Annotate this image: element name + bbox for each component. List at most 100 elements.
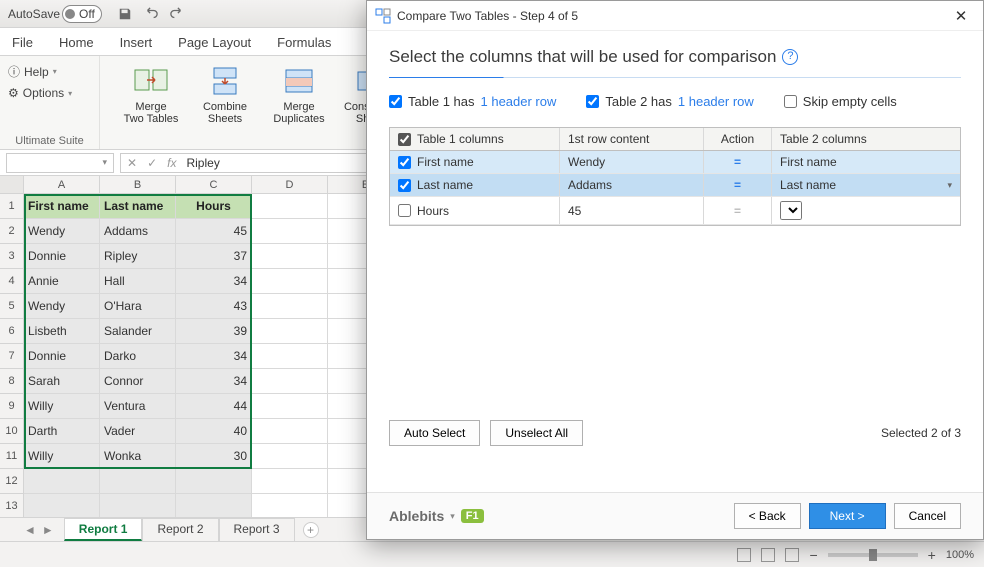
row-head-8[interactable]: 8 (0, 369, 24, 394)
prev-sheet-icon[interactable]: ◄ (24, 523, 36, 537)
help-dropdown[interactable]: ⓘ Help ▾ (8, 63, 91, 80)
cell[interactable]: Ventura (100, 394, 176, 419)
table1-header-checkbox[interactable] (389, 95, 402, 108)
table2-header-check[interactable]: Table 2 has 1 header row (586, 94, 753, 109)
cell[interactable]: Donnie (24, 244, 100, 269)
ribbon-btn-combine-sheets[interactable]: CombineSheets (194, 64, 256, 125)
cell[interactable] (176, 494, 252, 519)
cell[interactable] (252, 344, 328, 369)
name-box[interactable]: ▾ (6, 153, 114, 173)
tab-insert[interactable]: Insert (118, 30, 155, 55)
cell[interactable] (252, 269, 328, 294)
cell[interactable]: Last name (100, 194, 176, 219)
table1-header-check[interactable]: Table 1 has 1 header row (389, 94, 556, 109)
cancel-button[interactable]: Cancel (894, 503, 961, 529)
cell[interactable] (252, 244, 328, 269)
next-button[interactable]: Next > (809, 503, 886, 529)
zoom-out-button[interactable]: − (809, 547, 817, 563)
row-head-10[interactable]: 10 (0, 419, 24, 444)
cell[interactable] (252, 319, 328, 344)
cell[interactable]: Salander (100, 319, 176, 344)
tab-formulas[interactable]: Formulas (275, 30, 333, 55)
row-head-11[interactable]: 11 (0, 444, 24, 469)
back-button[interactable]: < Back (734, 503, 801, 529)
row-head-7[interactable]: 7 (0, 344, 24, 369)
brand[interactable]: Ablebits ▾ F1 (389, 508, 484, 524)
ribbon-btn-merge-two-tables[interactable]: MergeTwo Tables (120, 64, 182, 125)
column-checkbox[interactable] (398, 204, 411, 217)
cell[interactable]: 34 (176, 269, 252, 294)
zoom-slider[interactable] (828, 553, 918, 557)
col-head-B[interactable]: B (100, 176, 176, 193)
row-head-3[interactable]: 3 (0, 244, 24, 269)
cell[interactable]: Hall (100, 269, 176, 294)
table2-header-checkbox[interactable] (586, 95, 599, 108)
cell[interactable]: 30 (176, 444, 252, 469)
table2-link[interactable]: 1 header row (678, 94, 754, 109)
column-checkbox[interactable] (398, 179, 411, 192)
cell[interactable]: 40 (176, 419, 252, 444)
select-all-checkbox[interactable] (398, 133, 411, 146)
cell[interactable] (252, 294, 328, 319)
cell[interactable]: 34 (176, 344, 252, 369)
row-head-5[interactable]: 5 (0, 294, 24, 319)
autosave-toggle[interactable]: Off (62, 5, 102, 23)
cell[interactable]: 37 (176, 244, 252, 269)
cell[interactable] (100, 469, 176, 494)
sheet-tab[interactable]: Report 3 (219, 518, 295, 541)
help-icon[interactable]: ? (782, 49, 798, 65)
cell[interactable]: O'Hara (100, 294, 176, 319)
cell[interactable]: Donnie (24, 344, 100, 369)
cell[interactable]: Addams (100, 219, 176, 244)
row-head-9[interactable]: 9 (0, 394, 24, 419)
row-head-2[interactable]: 2 (0, 219, 24, 244)
tab-file[interactable]: File (10, 30, 35, 55)
cell[interactable]: Lisbeth (24, 319, 100, 344)
sheet-nav[interactable]: ◄► (24, 523, 54, 537)
cell[interactable]: 43 (176, 294, 252, 319)
skip-empty-check[interactable]: Skip empty cells (784, 94, 897, 109)
cell[interactable]: Darko (100, 344, 176, 369)
zoom-value[interactable]: 100% (946, 549, 974, 561)
cell[interactable]: Willy (24, 444, 100, 469)
zoom-thumb[interactable] (869, 549, 877, 561)
tab-page-layout[interactable]: Page Layout (176, 30, 253, 55)
cell[interactable] (24, 494, 100, 519)
save-icon[interactable] (116, 5, 134, 23)
cell[interactable]: Darth (24, 419, 100, 444)
cancel-icon[interactable]: ✕ (127, 156, 137, 170)
cell[interactable] (252, 219, 328, 244)
dialog-titlebar[interactable]: Compare Two Tables - Step 4 of 5 ✕ (367, 1, 983, 31)
cell[interactable]: 34 (176, 369, 252, 394)
row-head-12[interactable]: 12 (0, 469, 24, 494)
cell[interactable] (24, 469, 100, 494)
redo-icon[interactable] (168, 5, 186, 23)
cell[interactable]: 45 (176, 219, 252, 244)
chevron-down-icon[interactable]: ▾ (947, 180, 952, 191)
cell[interactable] (252, 369, 328, 394)
view-normal-icon[interactable] (737, 548, 751, 562)
row-head-6[interactable]: 6 (0, 319, 24, 344)
cell[interactable]: Ripley (100, 244, 176, 269)
check-icon[interactable]: ✓ (147, 156, 157, 170)
select-all-corner[interactable] (0, 176, 24, 193)
cell[interactable]: Wonka (100, 444, 176, 469)
cell[interactable]: Vader (100, 419, 176, 444)
cell[interactable] (252, 419, 328, 444)
sheet-tab[interactable]: Report 2 (142, 518, 218, 541)
ribbon-btn-merge-duplicates[interactable]: MergeDuplicates (268, 64, 330, 125)
tab-home[interactable]: Home (57, 30, 96, 55)
close-button[interactable]: ✕ (947, 2, 975, 30)
cell[interactable]: Annie (24, 269, 100, 294)
cell[interactable]: Wendy (24, 219, 100, 244)
col-head-A[interactable]: A (24, 176, 100, 193)
column-checkbox[interactable] (398, 156, 411, 169)
cell[interactable] (252, 469, 328, 494)
cell[interactable]: 39 (176, 319, 252, 344)
cell[interactable] (100, 494, 176, 519)
cell[interactable] (252, 194, 328, 219)
options-dropdown[interactable]: ⚙ Options ▾ (8, 86, 91, 100)
column-row[interactable]: First nameWendy=First name (390, 151, 960, 174)
column-row[interactable]: Hours45= (390, 197, 960, 225)
table1-link[interactable]: 1 header row (481, 94, 557, 109)
